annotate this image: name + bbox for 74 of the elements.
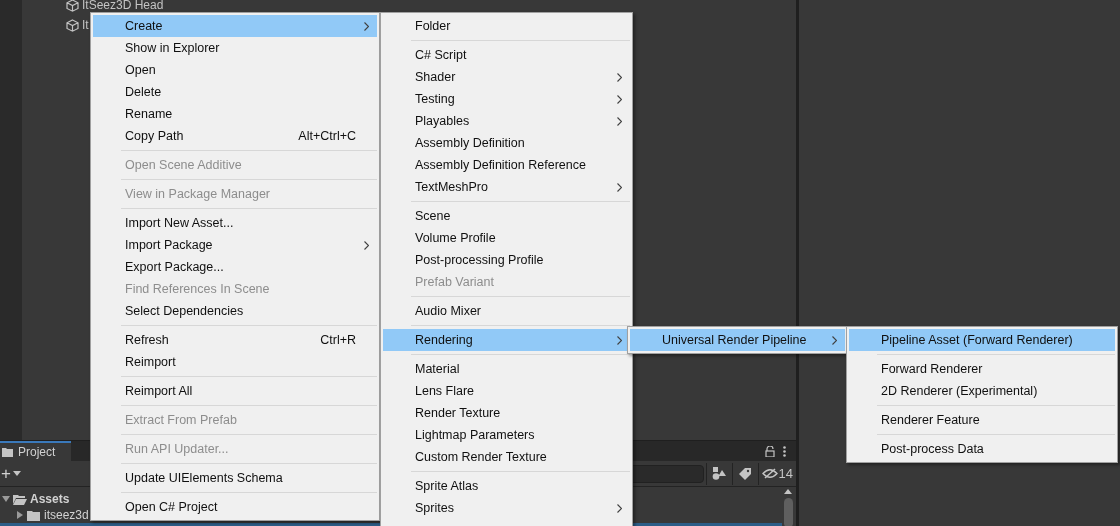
menu-item[interactable]: Universal Render Pipeline <box>630 329 845 351</box>
menu-item[interactable]: 2D Renderer (Experimental) <box>849 380 1115 402</box>
shortcut-text: Alt+Ctrl+C <box>298 127 356 145</box>
menu-item[interactable]: Volume Profile <box>383 227 630 249</box>
menu-item[interactable]: Render Texture <box>383 402 630 424</box>
menu-item[interactable]: Export Package... <box>93 256 377 278</box>
menu-item[interactable]: Open <box>93 59 377 81</box>
menu-item[interactable]: Show in Explorer <box>93 37 377 59</box>
menu-item[interactable]: Open C# Project <box>93 496 377 518</box>
caret-icon <box>12 471 21 476</box>
menu-item[interactable]: Reimport <box>93 351 377 373</box>
hierarchy-item[interactable]: ItSeez3D Head <box>82 0 164 12</box>
menu-item[interactable]: Post-process Data <box>849 438 1115 460</box>
menu-item[interactable]: Forward Renderer <box>849 358 1115 380</box>
menu-item[interactable]: Pipeline Asset (Forward Renderer) <box>849 329 1115 351</box>
menu-item[interactable]: Post-processing Profile <box>383 249 630 271</box>
menu-item[interactable]: Create <box>93 15 377 37</box>
folder-icon <box>2 447 14 457</box>
menu-item[interactable]: Sprite Atlas <box>383 475 630 497</box>
menu-item[interactable]: Shader <box>383 66 630 88</box>
menu-item[interactable]: Folder <box>383 15 630 37</box>
menu-item[interactable]: Refresh Ctrl+R <box>93 329 377 351</box>
menu-item[interactable]: Rendering <box>383 329 630 351</box>
menu-item[interactable]: Material <box>383 358 630 380</box>
menu-item[interactable]: Assembly Definition Reference <box>383 154 630 176</box>
menu-item[interactable]: Assembly Definition <box>383 132 630 154</box>
more-icon <box>783 446 786 457</box>
menu-item[interactable]: Scene <box>383 205 630 227</box>
menu-item[interactable]: Lens Flare <box>383 380 630 402</box>
add-button[interactable]: + <box>0 462 24 485</box>
chevron-right-icon <box>364 21 369 31</box>
menu-item[interactable]: Renderer Feature <box>849 409 1115 431</box>
panel-tab[interactable]: Project <box>0 441 71 461</box>
menu-item[interactable]: Delete <box>93 81 377 103</box>
menu-item[interactable]: Testing <box>383 88 630 110</box>
shapes-icon <box>712 467 727 480</box>
scroll-up-icon <box>784 489 792 494</box>
collapsed-arrow-icon <box>16 511 24 519</box>
open-folder-icon <box>13 493 27 505</box>
menu-item[interactable]: Playables <box>383 110 630 132</box>
menu-item[interactable]: Reimport All <box>93 380 377 402</box>
menu-item[interactable]: Update UIElements Schema <box>93 467 377 489</box>
chevron-right-icon <box>617 335 622 345</box>
menu-item[interactable]: Import Package <box>93 234 377 256</box>
menu-item[interactable]: C# Script <box>383 44 630 66</box>
hierarchy-item[interactable]: It <box>82 19 89 32</box>
hidden-eye-icon <box>761 468 778 479</box>
menu-item[interactable]: Sprites <box>383 497 630 519</box>
cube-icon <box>66 19 79 32</box>
folder-icon <box>27 509 41 521</box>
shortcut-text: Ctrl+R <box>320 331 356 349</box>
cube-icon <box>66 0 79 12</box>
scroll-thumb[interactable] <box>783 498 793 526</box>
chevron-right-icon <box>617 503 622 513</box>
tree-item[interactable]: itseez3d <box>44 506 89 524</box>
chevron-right-icon <box>617 116 622 126</box>
menu-item[interactable]: Custom Render Texture <box>383 446 630 468</box>
menu-item[interactable]: Rename <box>93 103 377 125</box>
menu-item[interactable]: Import New Asset... <box>93 212 377 234</box>
tag-icon <box>739 467 752 480</box>
lock-icon <box>765 446 775 457</box>
tree-item[interactable]: Assets <box>30 490 70 508</box>
menu-item[interactable]: TextMeshPro <box>383 176 630 198</box>
chevron-right-icon <box>617 182 622 192</box>
chevron-right-icon <box>617 94 622 104</box>
chevron-right-icon <box>832 335 837 345</box>
hidden-count-button[interactable]: 14 <box>757 462 796 485</box>
menu-item[interactable]: Copy Path Alt+Ctrl+C <box>93 125 377 147</box>
menu-item[interactable]: Audio Mixer <box>383 300 630 322</box>
menu-item[interactable]: Lightmap Parameters <box>383 424 630 446</box>
expanded-arrow-icon <box>2 495 10 503</box>
chevron-right-icon <box>364 240 369 250</box>
menu-item[interactable]: Select Dependencies <box>93 300 377 322</box>
chevron-right-icon <box>617 72 622 82</box>
